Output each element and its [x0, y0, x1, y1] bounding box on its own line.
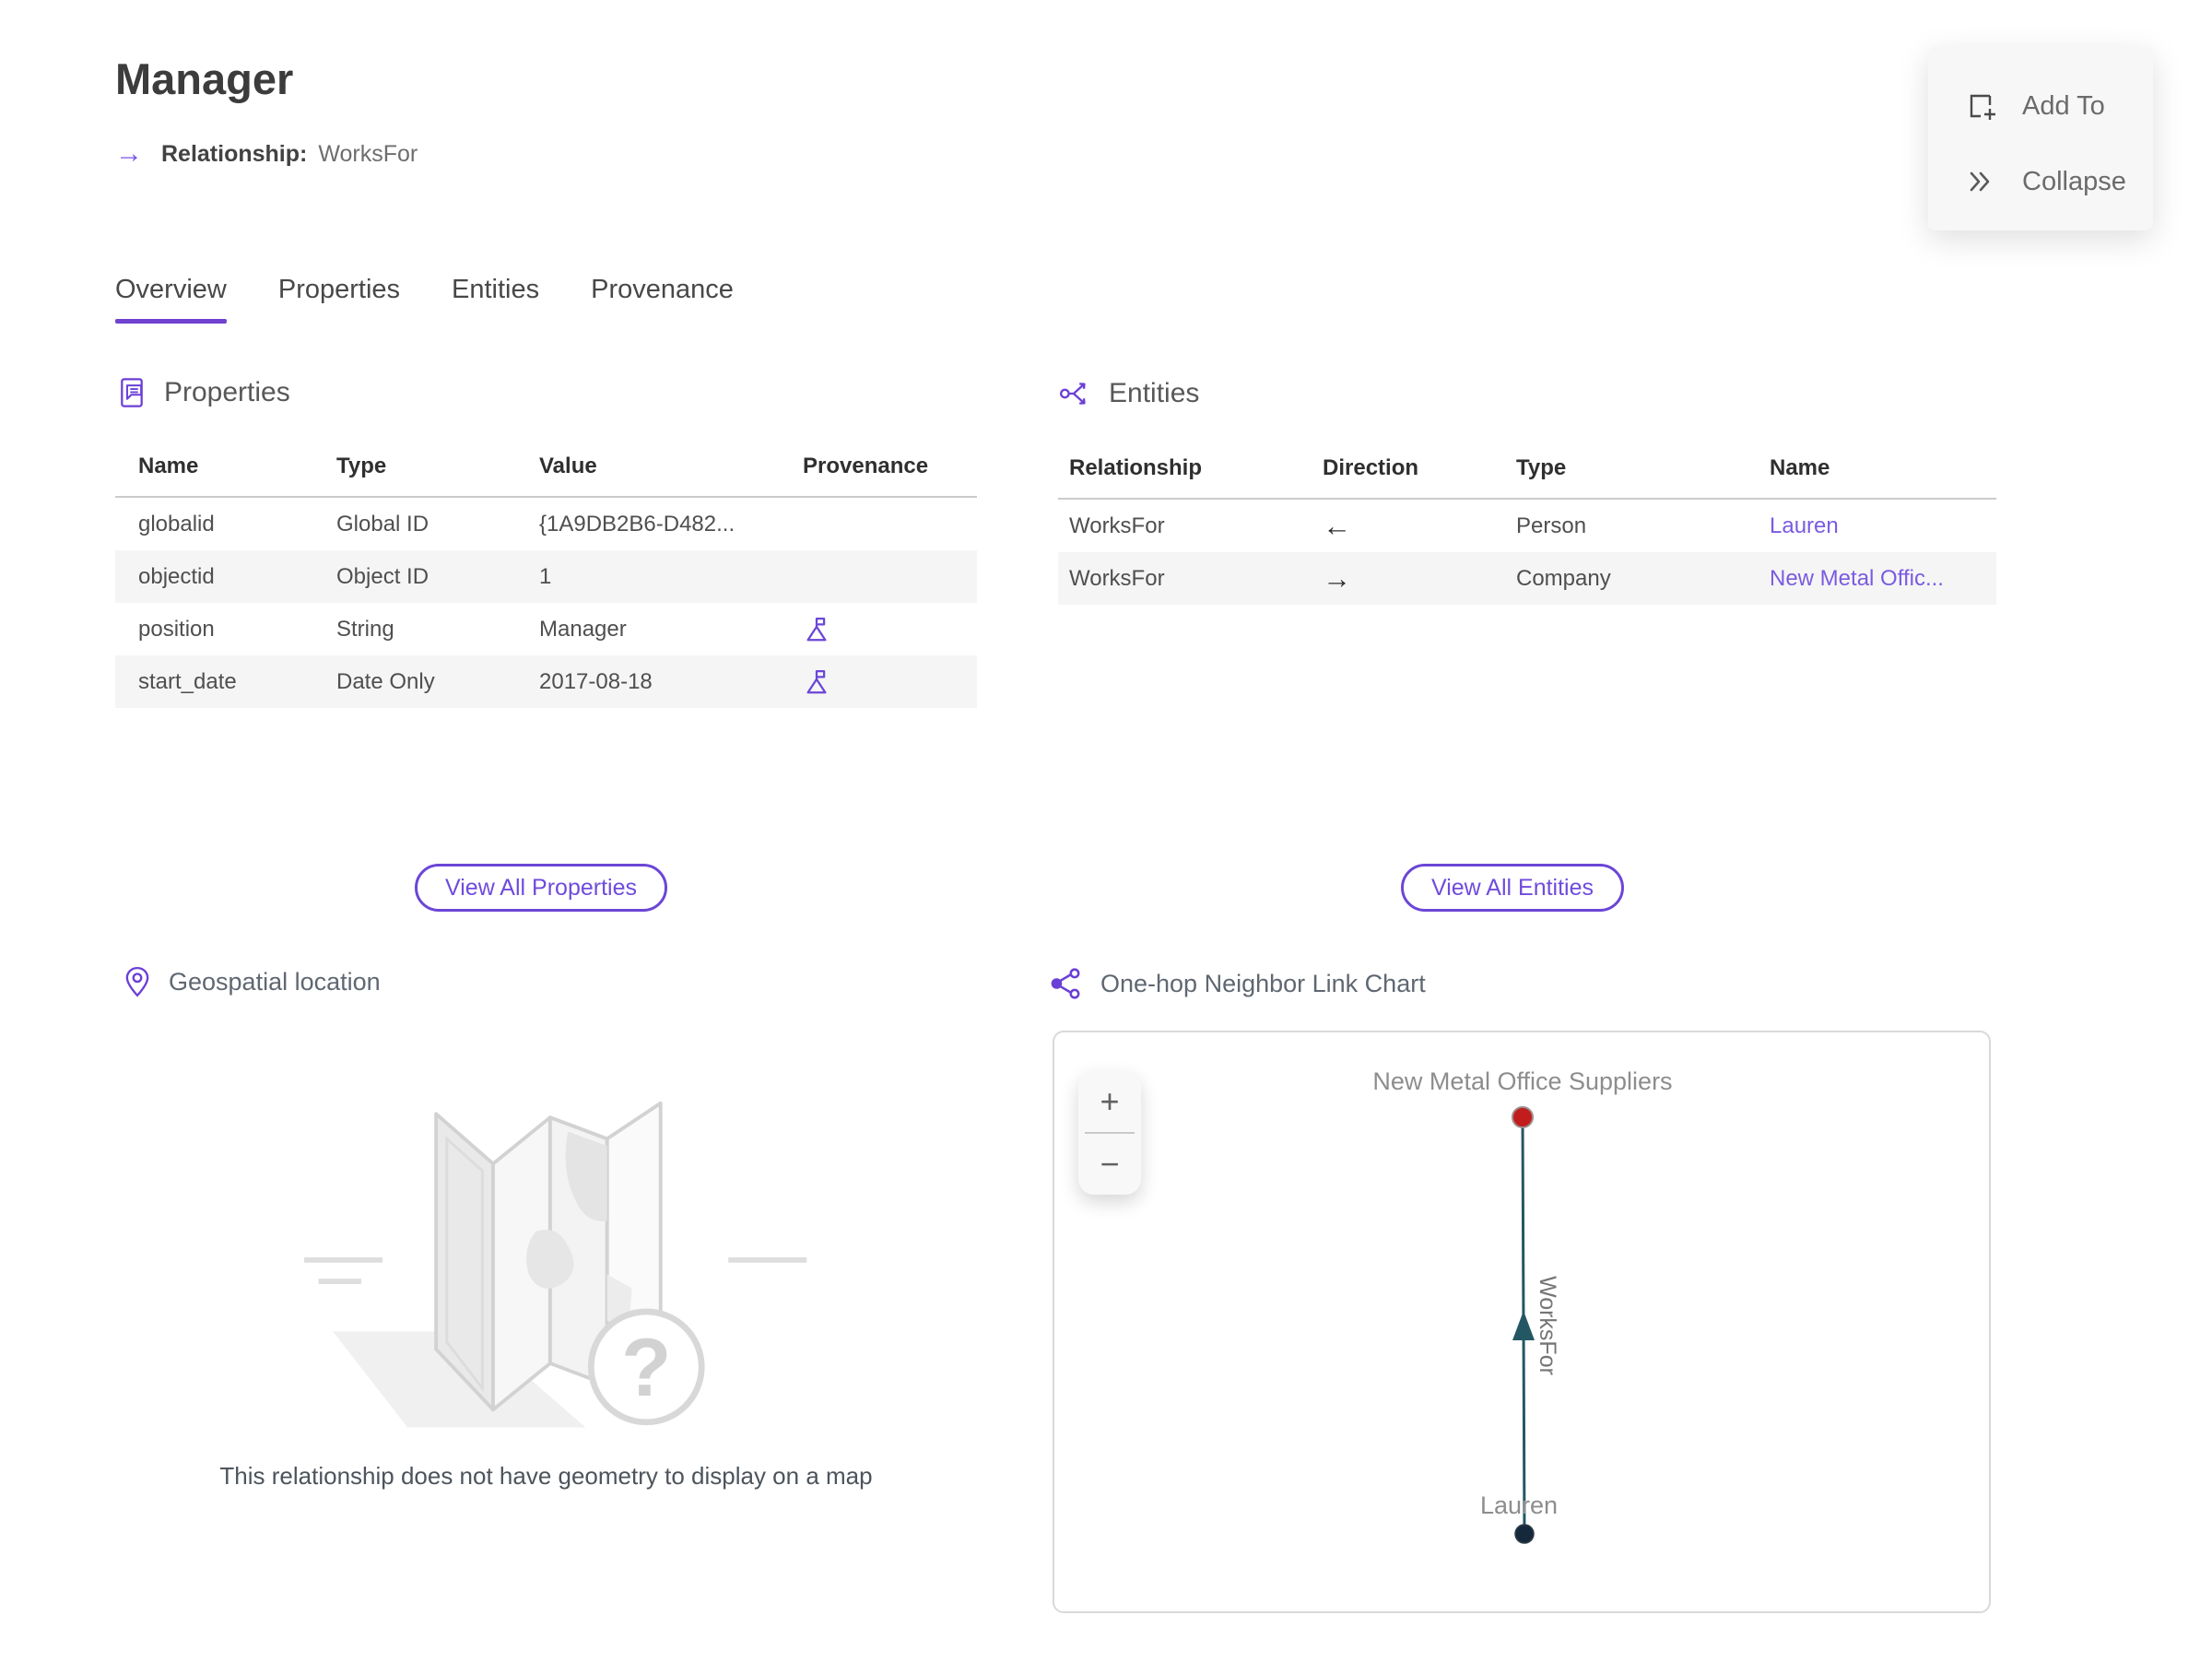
link-chart-canvas[interactable]: WorksFor New Metal Office Suppliers Laur…: [1053, 1031, 1991, 1613]
tab-overview[interactable]: Overview: [115, 275, 227, 324]
entities-section-header: Entities: [1058, 376, 1996, 411]
entities-relationship-icon: [1060, 383, 1086, 405]
entity-relationship-cell: WorksFor: [1069, 513, 1165, 538]
properties-section: Properties Name Type Value Provenance gl…: [115, 376, 977, 708]
page-title: Manager: [115, 54, 294, 103]
col-header-type: Type: [336, 454, 387, 478]
property-provenance-cell: [797, 668, 977, 696]
zoom-out-button[interactable]: −: [1078, 1134, 1141, 1195]
col-header-relationship: Relationship: [1069, 455, 1203, 480]
map-pin-icon: [125, 966, 149, 997]
geospatial-section-title: Geospatial location: [169, 967, 381, 996]
geospatial-section-header: Geospatial location: [123, 966, 381, 997]
entities-table-body: WorksFor ← Person Lauren WorksFor → Company New…: [1058, 500, 1996, 605]
property-name-cell: position: [138, 616, 215, 642]
entity-name-cell: Lauren: [1770, 513, 1996, 539]
collapse-label: Collapse: [2022, 166, 2126, 196]
tab-bar: Overview Properties Entities Provenance: [115, 275, 734, 324]
property-type-cell: Date Only: [336, 668, 435, 694]
entities-table-header: Relationship Direction Type Name: [1058, 442, 1996, 500]
entities-section: Entities Relationship Direction Type Nam…: [1058, 376, 1996, 605]
col-header-type: Type: [1516, 455, 1567, 480]
property-value-cell: 2017-08-18: [539, 668, 653, 694]
tab-provenance[interactable]: Provenance: [591, 275, 734, 324]
col-header-value: Value: [539, 454, 597, 478]
view-all-properties-button[interactable]: View All Properties: [415, 864, 667, 912]
property-type-cell: Object ID: [336, 563, 429, 589]
collapse-button[interactable]: Collapse: [1961, 153, 2153, 210]
zoom-control: + −: [1078, 1071, 1141, 1195]
property-provenance-cell: [797, 616, 977, 643]
property-value-cell: 1: [539, 563, 552, 589]
node-label-person: Lauren: [1480, 1491, 1558, 1519]
geometry-empty-message: This relationship does not have geometry…: [219, 1462, 873, 1490]
properties-section-header: Properties: [115, 376, 977, 409]
property-value-cell: {1A9DB2B6-D482...: [539, 511, 735, 536]
entity-row: WorksFor ← Person Lauren: [1058, 500, 1996, 552]
entity-relationship-cell: WorksFor: [1069, 565, 1165, 591]
breadcrumb: → Relationship: WorksFor: [115, 140, 418, 168]
property-type-cell: String: [336, 616, 394, 642]
entities-section-title: Entities: [1109, 378, 1200, 408]
actions-panel: Add To Collapse: [1928, 46, 2153, 230]
node-company[interactable]: [1512, 1106, 1534, 1128]
properties-table-body: globalid Global ID {1A9DB2B6-D482... object…: [115, 498, 977, 708]
col-header-name: Name: [1770, 455, 1830, 480]
entity-row: WorksFor → Company New Metal Offic...: [1058, 552, 1996, 605]
tab-entities[interactable]: Entities: [452, 275, 539, 324]
property-name-cell: start_date: [138, 668, 237, 694]
link-chart-icon: [1051, 968, 1080, 999]
map-placeholder: ?: [115, 1060, 977, 1457]
add-to-button[interactable]: Add To: [1961, 77, 2153, 135]
property-name-cell: globalid: [138, 511, 215, 536]
tab-properties[interactable]: Properties: [278, 275, 400, 324]
link-chart-section-header: One-hop Neighbor Link Chart: [1049, 966, 1426, 1001]
entity-type-cell: Company: [1516, 565, 1611, 591]
node-label-company: New Metal Office Suppliers: [1372, 1067, 1672, 1095]
property-type-cell: Global ID: [336, 511, 429, 536]
zoom-in-button[interactable]: +: [1078, 1071, 1141, 1132]
entity-name-link[interactable]: Lauren: [1770, 513, 1839, 539]
properties-table-header: Name Type Value Provenance: [115, 441, 977, 498]
view-all-entities-button[interactable]: View All Entities: [1400, 864, 1625, 912]
properties-section-title: Properties: [164, 377, 290, 407]
property-row: objectid Object ID 1: [115, 550, 977, 603]
add-to-label: Add To: [2022, 90, 2105, 121]
edge-label: WorksFor: [1535, 1276, 1560, 1375]
property-row: position String Manager: [115, 603, 977, 655]
property-row: start_date Date Only 2017-08-18: [115, 655, 977, 708]
relationship-value: WorksFor: [318, 140, 418, 167]
relationship-label: Relationship:: [161, 140, 308, 167]
entity-type-cell: Person: [1516, 513, 1587, 538]
svg-text:?: ?: [621, 1321, 671, 1413]
properties-document-icon: [121, 378, 143, 407]
entity-name-cell: New Metal Offic...: [1770, 566, 1996, 592]
add-to-icon: [1970, 94, 1995, 120]
entity-name-link[interactable]: New Metal Offic...: [1770, 566, 1944, 592]
empty-map-illustration: ?: [303, 1101, 806, 1428]
relationship-arrow-icon: →: [115, 138, 143, 169]
link-chart-section-title: One-hop Neighbor Link Chart: [1100, 969, 1426, 997]
link-chart-svg: WorksFor New Metal Office Suppliers Laur…: [1372, 1067, 1673, 1544]
entity-direction-cell: ←: [1323, 509, 1351, 542]
col-header-provenance: Provenance: [803, 454, 929, 478]
property-value-cell: Manager: [539, 616, 627, 642]
property-name-cell: objectid: [138, 563, 215, 589]
col-header-direction: Direction: [1323, 455, 1419, 480]
col-header-name: Name: [138, 454, 199, 478]
provenance-flag-icon: [806, 669, 827, 693]
property-row: globalid Global ID {1A9DB2B6-D482...: [115, 498, 977, 550]
edge-arrow-icon: [1512, 1311, 1535, 1340]
relationship-detail-page: Manager → Relationship: WorksFor Add To …: [0, 0, 2212, 1674]
entity-direction-cell: →: [1323, 561, 1351, 595]
collapse-double-chevron-icon: [1970, 171, 1990, 192]
node-person[interactable]: [1514, 1524, 1535, 1544]
provenance-flag-icon: [806, 617, 827, 641]
